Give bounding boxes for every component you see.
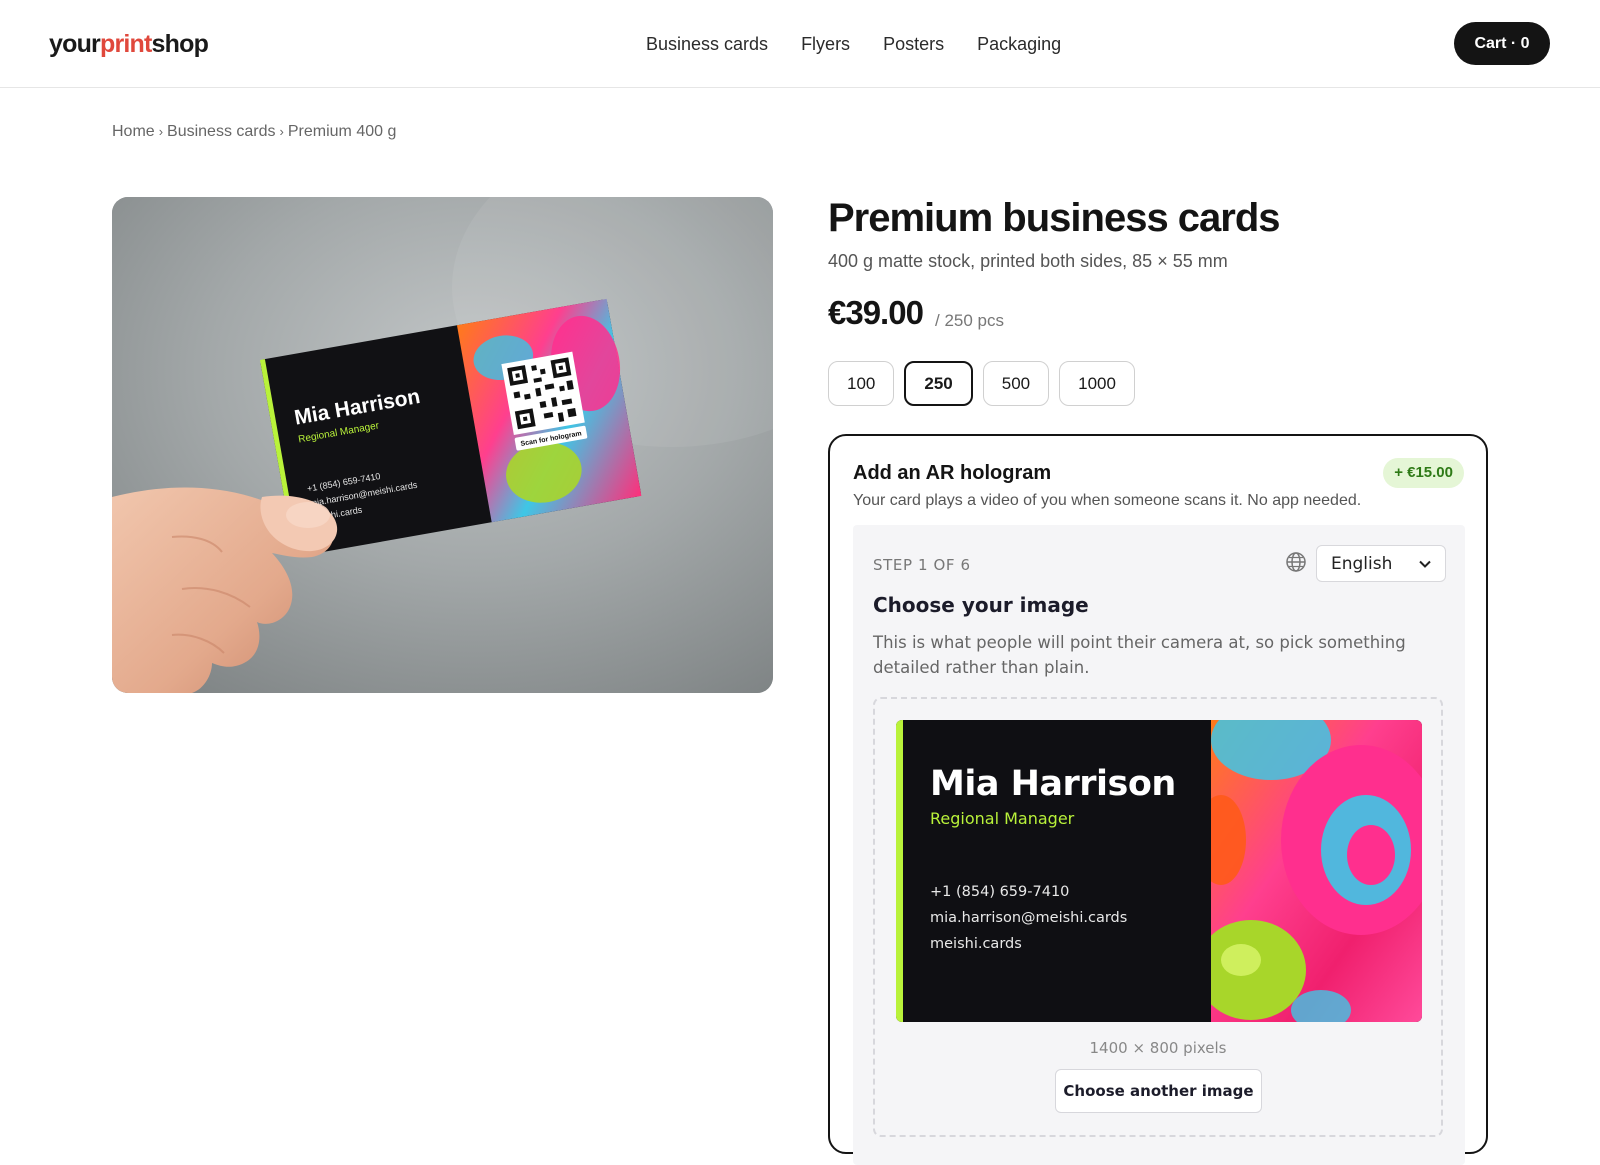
price-unit: / 250 pcs [935, 311, 1004, 330]
preview-card-email: mia.harrison@meishi.cards [930, 910, 1128, 926]
site-header: yourprintshop Business cards Flyers Post… [0, 0, 1600, 88]
nav-packaging[interactable]: Packaging [977, 34, 1061, 55]
breadcrumb-separator: › [279, 124, 284, 139]
breadcrumb-current: Premium 400 g [287, 123, 397, 140]
card-artwork [1211, 720, 1422, 1022]
globe-icon [1286, 552, 1306, 572]
language-select[interactable]: English [1316, 545, 1446, 582]
product-subtitle: 400 g matte stock, printed both sides, 8… [828, 251, 1228, 271]
preview-card-website: meishi.cards [930, 936, 1022, 952]
nav-posters[interactable]: Posters [883, 34, 944, 55]
preview-card-name: Mia Harrison [930, 764, 1176, 804]
breadcrumb-business-cards[interactable]: Business cards [167, 123, 276, 140]
logo-part-shop: shop [151, 30, 209, 58]
quantity-selector: 100 250 500 1000 [828, 361, 1135, 406]
choose-another-image-button[interactable]: Choose another image [1055, 1069, 1262, 1113]
uploaded-image-preview: Mia Harrison Regional Manager +1 (854) 6… [896, 720, 1422, 1022]
main-nav: Business cards Flyers Posters Packaging [646, 34, 1094, 55]
logo-part-print: print [99, 30, 152, 58]
quantity-option-250[interactable]: 250 [904, 361, 973, 406]
wizard-description: This is what people will point their cam… [873, 633, 1406, 677]
breadcrumb-home[interactable]: Home [112, 123, 155, 140]
nav-flyers[interactable]: Flyers [801, 34, 850, 55]
quantity-option-500[interactable]: 500 [982, 361, 1050, 406]
product-photo: Scan for hologram Mia Harrison Regional … [112, 197, 773, 693]
breadcrumb-separator: › [158, 124, 164, 139]
ar-description: Your card plays a video of you when some… [853, 492, 1362, 509]
cart-button[interactable]: Cart · 0 [1454, 22, 1550, 65]
preview-card-role: Regional Manager [930, 809, 1075, 828]
product-title: Premium business cards [828, 196, 1281, 240]
wizard-heading: Choose your image [873, 593, 1089, 617]
site-logo[interactable]: yourprintshop [49, 30, 209, 59]
step-indicator: STEP 1 OF 6 [873, 556, 971, 574]
logo-part-your: your [49, 30, 101, 58]
quantity-option-1000[interactable]: 1000 [1059, 361, 1135, 406]
ar-title: Add an AR hologram [853, 462, 1052, 484]
product-price: €39.00 [828, 294, 924, 331]
breadcrumb: Home › Business cards › Premium 400 g [112, 123, 396, 141]
image-dropzone[interactable]: Mia Harrison Regional Manager +1 (854) 6… [873, 697, 1443, 1137]
chevron-down-icon [1419, 560, 1431, 568]
ar-wizard: STEP 1 OF 6 English Choose your image Th… [853, 525, 1465, 1165]
nav-business-cards[interactable]: Business cards [646, 34, 768, 55]
quantity-option-100[interactable]: 100 [828, 361, 895, 406]
preview-card-phone: +1 (854) 659-7410 [930, 884, 1070, 900]
ar-hologram-panel[interactable]: Add an AR hologram Your card plays a vid… [828, 434, 1488, 1165]
language-value: English [1331, 553, 1393, 574]
image-dimensions: 1400 × 800 pixels [1089, 1039, 1227, 1057]
hand-holding-card-illustration: Scan for hologram Mia Harrison Regional … [112, 197, 773, 693]
card-accent-stripe [896, 720, 903, 1022]
ar-price-badge: + €15.00 [1383, 458, 1464, 488]
